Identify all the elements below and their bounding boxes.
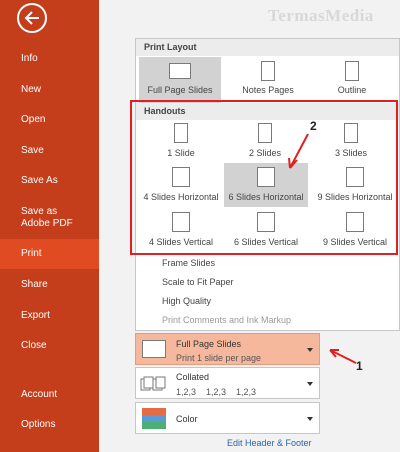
nav-export[interactable]: Export: [0, 310, 99, 322]
backstage-sidebar: Info New Open Save Save As Save as Adobe…: [0, 0, 99, 452]
chevron-down-icon: [307, 417, 313, 421]
nav-save[interactable]: Save: [0, 145, 99, 157]
nav-save-as-pdf[interactable]: Save as Adobe PDF: [0, 206, 80, 230]
edit-header-footer-link[interactable]: Edit Header & Footer: [227, 438, 312, 448]
setting-main-label: Collated: [176, 372, 210, 382]
outline-page-icon: [345, 61, 359, 81]
nav-print[interactable]: Print: [0, 239, 99, 269]
collation-select[interactable]: Collated 1,2,3 1,2,3 1,2,3: [135, 367, 320, 399]
chevron-down-icon: [307, 348, 313, 352]
setting-main-label: Full Page Slides: [176, 339, 242, 349]
setting-sub-label: Print 1 slide per page: [176, 353, 262, 363]
nav-close[interactable]: Close: [0, 340, 99, 352]
back-arrow-icon[interactable]: [17, 3, 47, 33]
collated-pages-icon: [140, 376, 166, 392]
print-comments-option: Print Comments and Ink Markup: [162, 315, 292, 325]
setting-sub-label: 1,2,3 1,2,3 1,2,3: [176, 387, 257, 397]
layout-full-page-slides[interactable]: Full Page Slides: [139, 57, 221, 103]
setting-main-label: Color: [176, 414, 198, 424]
nav-open[interactable]: Open: [0, 114, 99, 126]
layout-outline[interactable]: Outline: [311, 57, 393, 103]
nav-info[interactable]: Info: [0, 53, 99, 65]
high-quality-option[interactable]: High Quality: [162, 296, 211, 306]
chevron-down-icon: [307, 382, 313, 386]
color-swatch-icon: [142, 408, 166, 429]
watermark: TermasMedia: [268, 6, 374, 25]
nav-share[interactable]: Share: [0, 279, 99, 291]
layout-notes-pages[interactable]: Notes Pages: [228, 57, 308, 103]
layout-label: Outline: [337, 85, 367, 95]
notes-page-icon: [261, 61, 275, 81]
frame-slides-option[interactable]: Frame Slides: [162, 258, 215, 268]
scale-to-fit-option[interactable]: Scale to Fit Paper: [162, 277, 234, 287]
layout-label: Full Page Slides: [147, 85, 213, 95]
nav-account[interactable]: Account: [0, 389, 99, 401]
slide-thumb-icon: [142, 340, 166, 358]
handouts-highlight-box: [130, 100, 398, 255]
nav-print-label: Print: [21, 248, 42, 259]
nav-save-as[interactable]: Save As: [0, 175, 99, 187]
annotation-number-2: 2: [310, 119, 317, 133]
print-layout-header: Print Layout: [136, 39, 399, 56]
annotation-number-1: 1: [356, 359, 363, 373]
nav-options[interactable]: Options: [0, 419, 99, 431]
color-select[interactable]: Color: [135, 402, 320, 434]
nav-new[interactable]: New: [0, 84, 99, 96]
print-layout-select[interactable]: Full Page Slides Print 1 slide per page: [135, 333, 320, 365]
slide-thumb-icon: [169, 63, 191, 79]
layout-label: Notes Pages: [242, 85, 294, 95]
